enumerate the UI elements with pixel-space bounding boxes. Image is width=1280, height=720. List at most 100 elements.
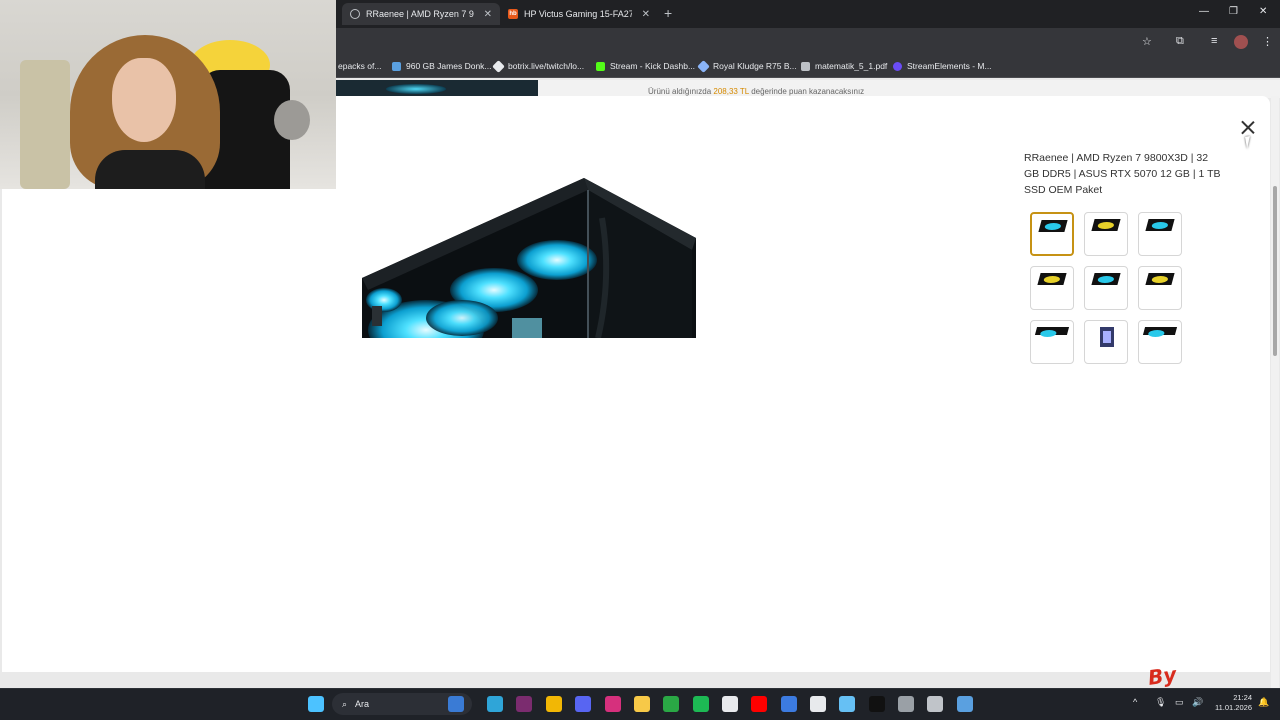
taskbar-clock[interactable]: 21:24 11.01.2026 (1208, 693, 1252, 713)
webcam-overlay (0, 0, 336, 189)
restore-button[interactable]: ❐ (1229, 6, 1238, 17)
points-value: 208,33 TL (713, 87, 749, 96)
main-product-image (362, 178, 696, 338)
thumbnail-image (1091, 219, 1121, 231)
webcam-person-face (112, 58, 176, 142)
bookmark-label: Stream - Kick Dashb... (610, 61, 696, 71)
discord-icon[interactable] (575, 696, 591, 712)
thumbnail[interactable] (1138, 266, 1182, 310)
bookmark-icon (697, 59, 710, 73)
bookmark-item[interactable]: botrix.live/twitch/lo... (492, 59, 585, 73)
spotify-icon[interactable] (693, 696, 709, 712)
bookmark-item[interactable]: Stream - Kick Dashb... (596, 61, 695, 71)
page-scrollbar[interactable] (1271, 96, 1279, 688)
microphone-icon[interactable]: 🎙 (1155, 697, 1166, 708)
widget-icon[interactable] (448, 696, 464, 712)
thumbnail-image (1091, 273, 1121, 285)
webcam-background-chair (20, 60, 70, 189)
windows-start-icon[interactable] (308, 696, 324, 712)
settings-icon[interactable] (927, 696, 943, 712)
thumbnail-image (1142, 327, 1178, 335)
thumbnail[interactable] (1030, 320, 1074, 364)
steam-icon[interactable] (839, 696, 855, 712)
thumbnail[interactable] (1030, 212, 1074, 256)
thumbnail[interactable] (1138, 212, 1182, 256)
close-window-button[interactable]: ✕ (1259, 6, 1267, 17)
scrollbar-thumb[interactable] (1273, 186, 1277, 356)
tiktok-icon[interactable] (869, 696, 885, 712)
bookmark-label: Royal Kludge R75 B... (713, 61, 797, 71)
bookmark-label: StreamElements - M... (907, 61, 992, 71)
tab-favicon-icon: hb (508, 9, 518, 19)
bookmark-label: epacks of... (338, 61, 382, 71)
notification-icon[interactable]: 🔔 (1258, 697, 1269, 708)
bookmark-item[interactable]: 960 GB James Donk... (392, 61, 492, 71)
thumbnail[interactable] (1084, 212, 1128, 256)
tab-favicon-icon (350, 9, 360, 19)
app-diamond-icon[interactable] (957, 696, 973, 712)
tab-product[interactable]: RRaenee | AMD Ryzen 7 9800X ✕ (342, 3, 500, 25)
new-tab-button[interactable]: + (664, 5, 672, 21)
thumbnail[interactable] (1084, 320, 1128, 364)
thumbnail-image (1145, 273, 1175, 285)
instagram-icon[interactable] (605, 696, 621, 712)
points-note-prefix: Ürünü aldığınızda (648, 87, 714, 96)
thumbnail-image (1037, 273, 1067, 285)
youtube-icon[interactable] (751, 696, 767, 712)
volume-icon[interactable]: 🔊 (1192, 697, 1203, 708)
chrome-icon[interactable] (546, 696, 562, 712)
thumbnail[interactable] (1138, 320, 1182, 364)
tab-close-icon[interactable]: ✕ (642, 9, 650, 20)
thumbnail-grid (1030, 212, 1182, 364)
thumbnail-image (1038, 220, 1068, 232)
tab-close-icon[interactable]: ✕ (484, 9, 492, 20)
xbox-icon[interactable] (663, 696, 679, 712)
profile-avatar[interactable] (1234, 35, 1248, 49)
network-icon[interactable]: ▭ (1175, 697, 1184, 708)
tray-chevron-icon[interactable]: ^ (1133, 697, 1137, 707)
search-icon: ⌕ (342, 698, 348, 709)
bookmark-star-icon[interactable]: ☆ (1142, 35, 1152, 48)
media-control-icon[interactable]: ≡ (1211, 35, 1217, 47)
folder-icon[interactable] (634, 696, 650, 712)
close-modal-icon[interactable] (1240, 120, 1256, 136)
points-note-suffix: değerinde puan kazanacaksınız (748, 87, 865, 96)
webcam-plush-toy (274, 100, 310, 140)
points-note: Ürünü aldığınızda 208,33 TL değerinde pu… (648, 87, 864, 96)
bookmark-label: 960 GB James Donk... (406, 61, 492, 71)
mouse-cursor (1245, 135, 1257, 149)
obs-icon[interactable] (722, 696, 738, 712)
thumbnail-image (1100, 327, 1114, 347)
page-product-image (336, 80, 538, 96)
channel-logo: By (1146, 662, 1178, 690)
edge-icon[interactable] (487, 696, 503, 712)
bookmark-icon (392, 61, 401, 71)
bookmark-item[interactable]: matematik_5_1.pdf (801, 61, 887, 71)
app-hex-icon[interactable] (898, 696, 914, 712)
tab-title: RRaenee | AMD Ryzen 7 9800X (366, 9, 474, 19)
notepad-icon[interactable] (810, 696, 826, 712)
mail-icon[interactable] (781, 696, 797, 712)
app-v-icon[interactable] (516, 696, 532, 712)
product-title: RRaenee | AMD Ryzen 7 9800X3D | 32 GB DD… (1024, 152, 1221, 196)
bookmark-item[interactable]: Royal Kludge R75 B... (697, 59, 797, 73)
clock-time: 21:24 (1233, 693, 1252, 702)
kick-icon (596, 61, 605, 71)
thumbnail[interactable] (1084, 266, 1128, 310)
bookmark-label: botrix.live/twitch/lo... (508, 61, 585, 71)
webcam-person-shirt (95, 150, 205, 189)
taskbar-search-label: Ara (355, 699, 370, 709)
minimize-button[interactable]: — (1199, 6, 1209, 17)
thumbnail-image (1034, 327, 1070, 335)
thumbnail[interactable] (1030, 266, 1074, 310)
bookmark-label: matematik_5_1.pdf (815, 61, 888, 71)
thumbnail-image (1145, 219, 1175, 231)
pdf-icon (801, 61, 810, 71)
bookmark-item[interactable]: StreamElements - M... (893, 61, 992, 71)
bookmark-item[interactable]: epacks of... (338, 61, 381, 71)
tab-hp-victus[interactable]: hb HP Victus Gaming 15-FA2704N ✕ (500, 3, 658, 25)
menu-kebab-icon[interactable]: ⋮ (1262, 35, 1273, 48)
extensions-icon[interactable]: ⧉ (1176, 35, 1184, 48)
bookmark-icon (492, 59, 505, 73)
streamelements-icon (893, 61, 902, 71)
